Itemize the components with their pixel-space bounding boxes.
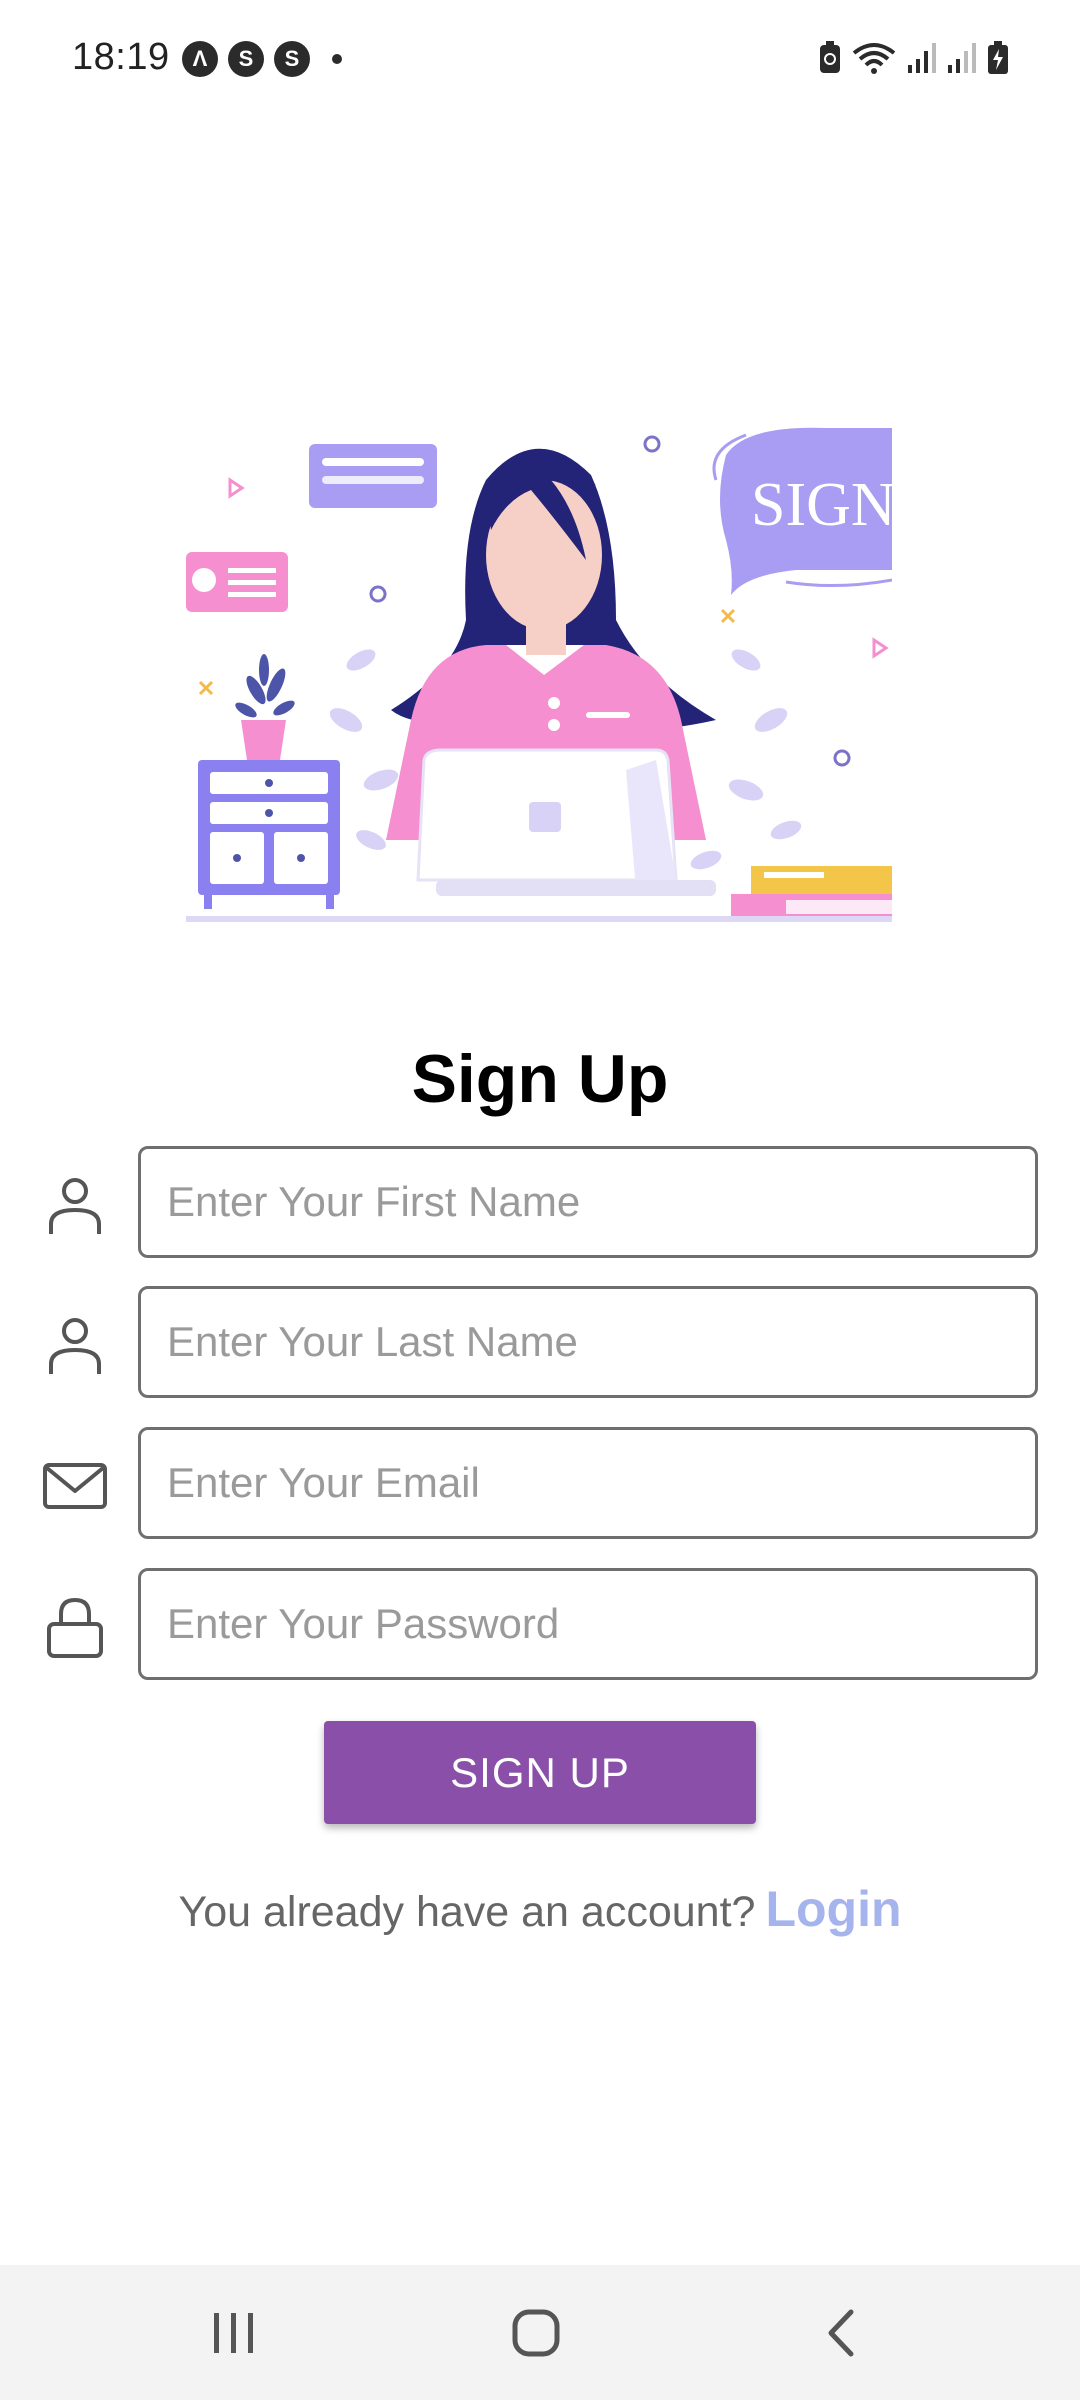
back-button[interactable] bbox=[800, 2295, 880, 2370]
login-prompt-line: You already have an account? Login bbox=[0, 1880, 1080, 1938]
login-link[interactable]: Login bbox=[765, 1881, 901, 1937]
speech-bubble-text: SIGN U bbox=[751, 471, 892, 539]
password-input[interactable] bbox=[138, 1568, 1038, 1680]
status-bar: 18:19 Λ S S bbox=[0, 0, 1080, 120]
signal-icon bbox=[948, 43, 976, 73]
battery-charging-icon bbox=[988, 41, 1008, 74]
app-a-icon: Λ bbox=[182, 41, 218, 77]
person-icon bbox=[49, 1318, 101, 1374]
more-notifications-dot bbox=[332, 54, 342, 64]
last-name-input[interactable] bbox=[138, 1286, 1038, 1398]
system-navigation-bar bbox=[0, 2265, 1080, 2400]
lock-icon bbox=[47, 1597, 103, 1658]
home-button[interactable] bbox=[496, 2295, 576, 2370]
back-icon bbox=[828, 2309, 854, 2356]
first-name-input[interactable] bbox=[138, 1146, 1038, 1258]
page-title: Sign Up bbox=[411, 1041, 669, 1117]
home-icon bbox=[512, 2309, 560, 2356]
mail-icon bbox=[43, 1463, 107, 1509]
signal-icon bbox=[908, 43, 936, 73]
battery-saver-icon bbox=[820, 41, 840, 73]
status-time: 18:19 bbox=[72, 36, 170, 78]
email-row bbox=[0, 1427, 1080, 1539]
notification-icons: Λ S S bbox=[182, 41, 342, 77]
system-icons bbox=[808, 40, 1010, 76]
recent-apps-icon bbox=[214, 2312, 253, 2353]
password-row bbox=[0, 1568, 1080, 1680]
first-name-row bbox=[0, 1146, 1080, 1258]
recent-apps-button[interactable] bbox=[194, 2295, 274, 2370]
app-s-icon: S bbox=[274, 41, 310, 77]
email-input[interactable] bbox=[138, 1427, 1038, 1539]
signup-illustration: SIGN U bbox=[186, 420, 956, 930]
wifi-icon bbox=[852, 43, 896, 74]
login-prompt-text: You already have an account? bbox=[178, 1888, 756, 1936]
sign-up-button[interactable]: SIGN UP bbox=[324, 1721, 756, 1824]
app-s-icon: S bbox=[228, 41, 264, 77]
person-icon bbox=[49, 1178, 101, 1234]
woman-with-laptop-illustration: SIGN U bbox=[186, 427, 956, 922]
last-name-row bbox=[0, 1286, 1080, 1398]
